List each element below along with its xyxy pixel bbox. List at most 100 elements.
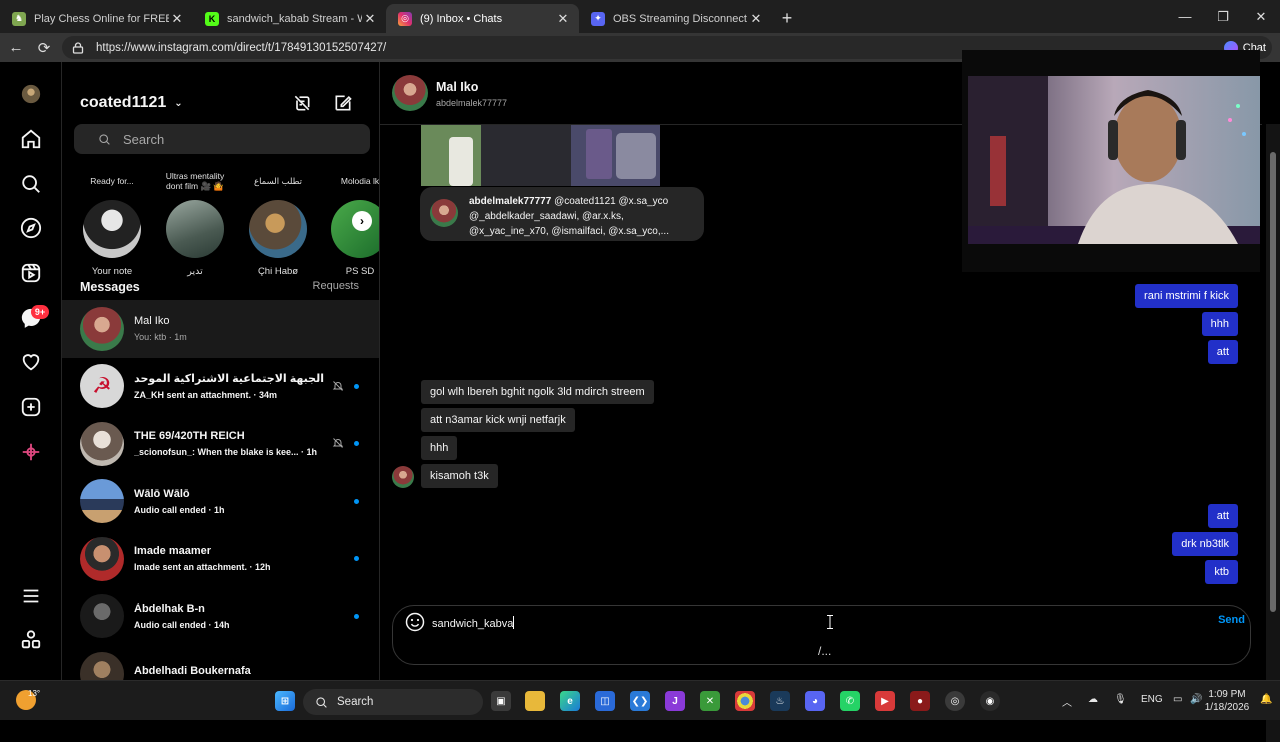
menu-icon[interactable] xyxy=(19,584,43,608)
search-input[interactable]: Search xyxy=(74,124,370,154)
microphone-icon[interactable]: 🎙 xyxy=(1114,694,1127,705)
close-tab-icon[interactable]: ✕ xyxy=(169,11,185,27)
tray-overflow-icon[interactable]: ︿ xyxy=(1062,694,1072,709)
conversation-item[interactable]: Imade maamer Imade sent an attachment. ·… xyxy=(62,530,379,588)
conversation-preview: You: ktb · 1m xyxy=(134,332,187,343)
caption-username: abdelmalek77777 xyxy=(469,196,552,207)
incoming-message[interactable]: kisamoh t3k xyxy=(421,464,498,488)
kick-favicon-icon: K xyxy=(205,11,219,26)
new-message-icon[interactable] xyxy=(333,93,355,115)
requests-link[interactable]: Requests xyxy=(313,280,359,292)
avatar xyxy=(80,651,124,680)
back-icon[interactable]: ← xyxy=(2,34,30,62)
avatar xyxy=(80,594,124,639)
store-icon[interactable]: ◫ xyxy=(595,691,615,711)
reload-icon[interactable]: ⟳ xyxy=(30,34,58,62)
clock-date: 1/18/2026 xyxy=(1204,702,1250,713)
avatar[interactable] xyxy=(392,75,428,111)
tab-label: sandwich_kabab Stream - Watch Live xyxy=(227,12,362,25)
message-input[interactable]: sandwich_kabva xyxy=(432,616,515,630)
outgoing-message[interactable]: att xyxy=(1207,504,1238,528)
tab-label: Play Chess Online for FREE - 2 Play xyxy=(34,12,169,25)
conversation-item[interactable]: THE 69/420TH REICH _scionofsun_: When th… xyxy=(62,415,379,473)
shared-media-thumbnail[interactable] xyxy=(421,125,660,186)
unread-dot xyxy=(354,498,359,504)
obs-icon[interactable]: ◎ xyxy=(945,691,965,711)
start-icon[interactable]: ⊞ xyxy=(275,691,295,711)
close-tab-icon[interactable]: ✕ xyxy=(555,11,571,27)
create-icon[interactable] xyxy=(19,395,43,419)
file-explorer-icon[interactable] xyxy=(525,691,545,711)
conversation-item[interactable]: Abdelhadi Boukernafa xyxy=(62,645,379,680)
weather-temperature: 13° xyxy=(28,689,41,698)
tab-label: OBS Streaming Disconnect Solution xyxy=(613,12,748,25)
discord-icon[interactable]: ◕ xyxy=(805,691,825,711)
tab-chess[interactable]: ♞ Play Chess Online for FREE - 2 Play ✕ xyxy=(0,4,193,33)
message-composer[interactable]: sandwich_kabva Send /... xyxy=(392,605,1251,665)
site-info-icon[interactable] xyxy=(72,41,84,54)
note-item-your-note[interactable]: Ready for... Your note xyxy=(70,166,154,277)
close-tab-icon[interactable]: ✕ xyxy=(748,11,764,27)
steam-icon[interactable]: ♨ xyxy=(770,691,790,711)
outgoing-message[interactable]: att xyxy=(1207,340,1238,364)
instagram-logo-icon[interactable] xyxy=(19,82,43,106)
tab-instagram-inbox[interactable]: ◎ (9) Inbox • Chats ✕ xyxy=(386,4,579,33)
notifications-icon[interactable]: 🔔 xyxy=(1260,694,1272,705)
close-window-button[interactable]: ✕ xyxy=(1242,0,1280,33)
emoji-icon[interactable] xyxy=(405,612,425,632)
reels-icon[interactable] xyxy=(19,261,43,285)
send-button[interactable]: Send xyxy=(1218,614,1245,626)
language-indicator[interactable]: ENG xyxy=(1141,694,1163,705)
tab-kick-stream[interactable]: K sandwich_kabab Stream - Watch Live ✕ xyxy=(193,4,386,33)
taskbar-clock[interactable]: 1:09 PM 1/18/2026 xyxy=(1199,688,1255,714)
conversation-item[interactable]: Wālō Wālō Audio call ended · 1h xyxy=(62,473,379,531)
xbox-icon[interactable]: ✕ xyxy=(700,691,720,711)
task-view-icon[interactable]: ▣ xyxy=(491,691,511,711)
conversation-item[interactable]: Mal Iko You: ktb · 1m xyxy=(62,300,379,358)
typing-indicator: /... xyxy=(818,644,832,658)
outgoing-message[interactable]: drk nb3tlk xyxy=(1172,532,1238,556)
incoming-message[interactable]: gol wlh lbereh bghit ngolk 3ld mdirch st… xyxy=(421,380,654,404)
app-icon[interactable]: ◉ xyxy=(980,691,1000,711)
meta-ai-icon[interactable] xyxy=(19,440,43,464)
taskbar-search[interactable]: Search xyxy=(303,689,483,715)
minimize-button[interactable]: — xyxy=(1166,0,1204,33)
instagram-favicon-icon: ◎ xyxy=(398,11,412,26)
conversation-item[interactable]: ☭ الجبهة الاجتماعية الاشتراكية الموحدة Z… xyxy=(62,358,379,416)
account-switcher[interactable]: coated1121 ⌄ xyxy=(80,94,183,112)
close-tab-icon[interactable]: ✕ xyxy=(362,11,378,27)
edge-icon[interactable]: e xyxy=(560,691,580,711)
app-icon[interactable]: ▶ xyxy=(875,691,895,711)
note-item[interactable]: Ultras mentality dont film 🎥 🤷 تدير xyxy=(153,166,237,277)
conversation-item[interactable]: Àbdelhak B-n Audio call ended · 14h xyxy=(62,588,379,646)
maximize-button[interactable]: ❐ xyxy=(1204,0,1242,33)
whatsapp-icon[interactable]: ✆ xyxy=(840,691,860,711)
shared-post-card[interactable]: abdelmalek77777 @coated1121 @x.sa_yco @_… xyxy=(420,187,704,241)
search-icon[interactable] xyxy=(19,172,43,196)
network-icon[interactable]: ▭ xyxy=(1173,694,1182,705)
also-from-meta-icon[interactable] xyxy=(19,628,43,652)
new-tab-button[interactable]: + xyxy=(772,4,802,33)
home-icon[interactable] xyxy=(19,127,43,151)
unread-filter-icon[interactable] xyxy=(292,93,314,115)
scroll-notes-right-icon[interactable]: › xyxy=(352,211,372,231)
ide-icon[interactable]: J xyxy=(665,691,685,711)
avatar xyxy=(249,200,307,258)
note-item[interactable]: تطلب السماع Çhi Habø xyxy=(236,166,320,277)
chrome-icon[interactable] xyxy=(735,691,755,711)
scrollbar-thumb[interactable] xyxy=(1270,152,1276,612)
page-scrollbar[interactable] xyxy=(1266,124,1280,742)
vscode-icon[interactable]: ❮❯ xyxy=(630,691,650,711)
notes-tray: Ready for... Your note Ultras mentality … xyxy=(62,166,379,277)
onedrive-icon[interactable]: ☁ xyxy=(1088,694,1098,705)
incoming-message[interactable]: att n3amar kick wnji netfarjk xyxy=(421,408,575,432)
app-icon[interactable]: ● xyxy=(910,691,930,711)
tab-obs-solution[interactable]: ✦ OBS Streaming Disconnect Solution ✕ xyxy=(579,4,772,33)
explore-icon[interactable] xyxy=(19,216,43,240)
outgoing-message[interactable]: hhh xyxy=(1201,312,1238,336)
outgoing-message[interactable]: rani mstrimi f kick xyxy=(1135,284,1238,308)
outgoing-message[interactable]: ktb xyxy=(1205,560,1238,584)
heart-icon[interactable] xyxy=(19,350,43,374)
incoming-message[interactable]: hhh xyxy=(421,436,458,460)
thread-name[interactable]: Mal Iko xyxy=(436,80,478,94)
